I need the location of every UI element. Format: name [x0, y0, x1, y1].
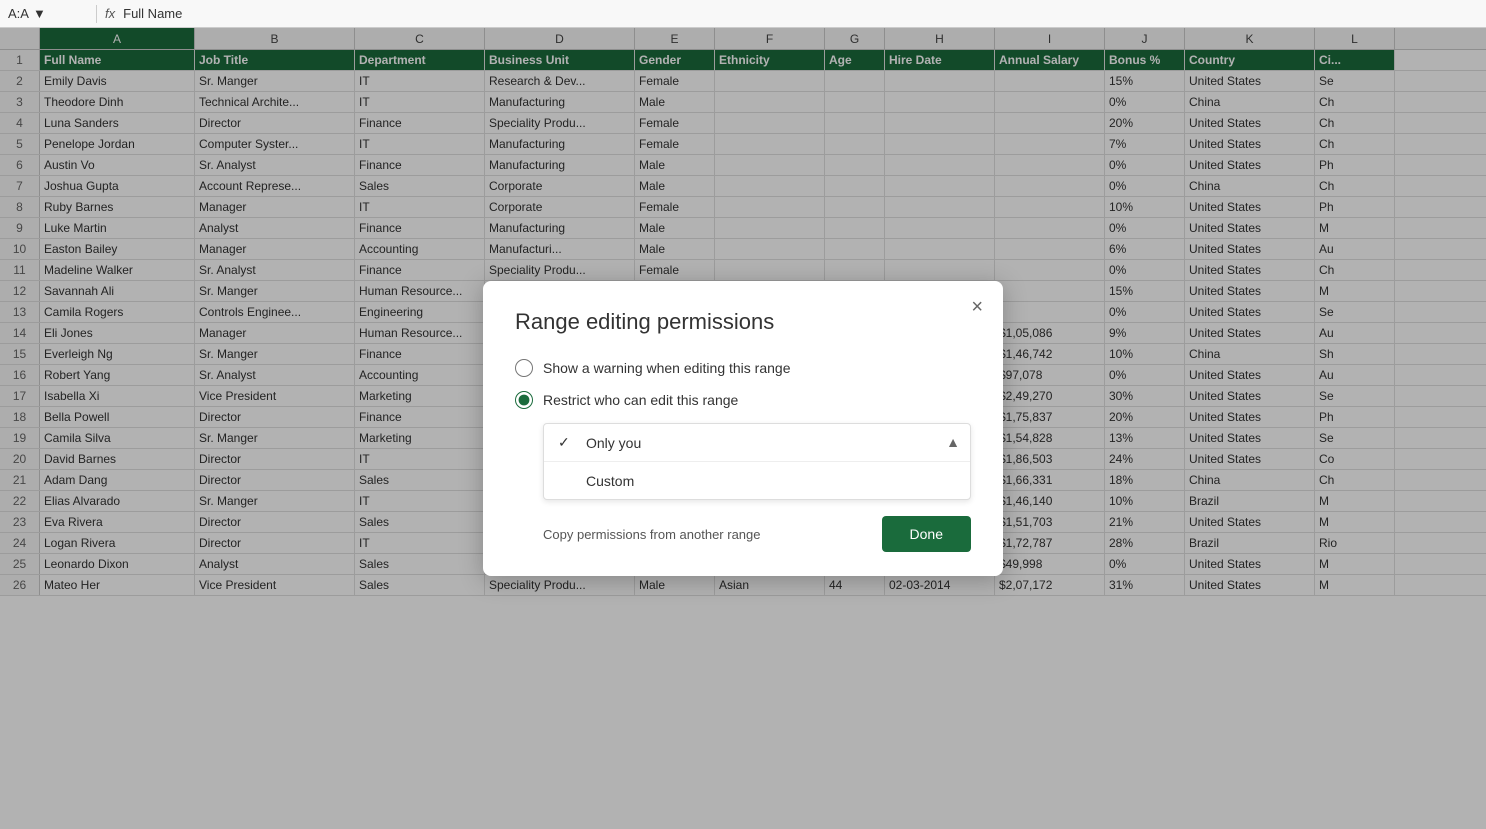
fx-label: fx — [105, 6, 115, 21]
range-editing-dialog: Range editing permissions × Show a warni… — [483, 281, 1003, 576]
spreadsheet: A B C D E F G H I J K L 1 Full Name Job … — [0, 28, 1486, 829]
dropdown-item-custom-label: Custom — [586, 473, 634, 489]
formula-bar: A:A ▼ fx Full Name — [0, 0, 1486, 28]
dropdown-item-only-you[interactable]: ✓ Only you — [544, 424, 970, 462]
radio-option-warn[interactable]: Show a warning when editing this range — [515, 359, 971, 377]
dropdown-arrow-icon: ▲ — [946, 434, 960, 450]
check-icon: ✓ — [558, 434, 576, 451]
cell-reference[interactable]: A:A ▼ — [8, 6, 88, 21]
copy-permissions-link[interactable]: Copy permissions from another range — [543, 527, 761, 542]
done-button[interactable]: Done — [882, 516, 971, 552]
radio-restrict-label: Restrict who can edit this range — [543, 392, 738, 408]
radio-option-restrict[interactable]: Restrict who can edit this range — [515, 391, 971, 409]
dropdown-item-only-you-label: Only you — [586, 435, 641, 451]
radio-restrict[interactable] — [515, 391, 533, 409]
cell-ref-dropdown-icon[interactable]: ▼ — [33, 6, 46, 21]
dialog-footer: Copy permissions from another range Done — [543, 516, 971, 552]
cell-ref-value: A:A — [8, 6, 29, 21]
formula-value: Full Name — [123, 6, 182, 21]
radio-warn[interactable] — [515, 359, 533, 377]
formula-divider — [96, 5, 97, 23]
radio-warn-label: Show a warning when editing this range — [543, 360, 791, 376]
permission-dropdown[interactable]: ✓ Only you ✓ Custom ▲ — [543, 423, 971, 500]
dropdown-item-custom[interactable]: ✓ Custom — [544, 462, 970, 499]
dialog-close-button[interactable]: × — [971, 297, 983, 317]
dialog-overlay: Range editing permissions × Show a warni… — [0, 28, 1486, 829]
dialog-title: Range editing permissions — [515, 309, 971, 335]
